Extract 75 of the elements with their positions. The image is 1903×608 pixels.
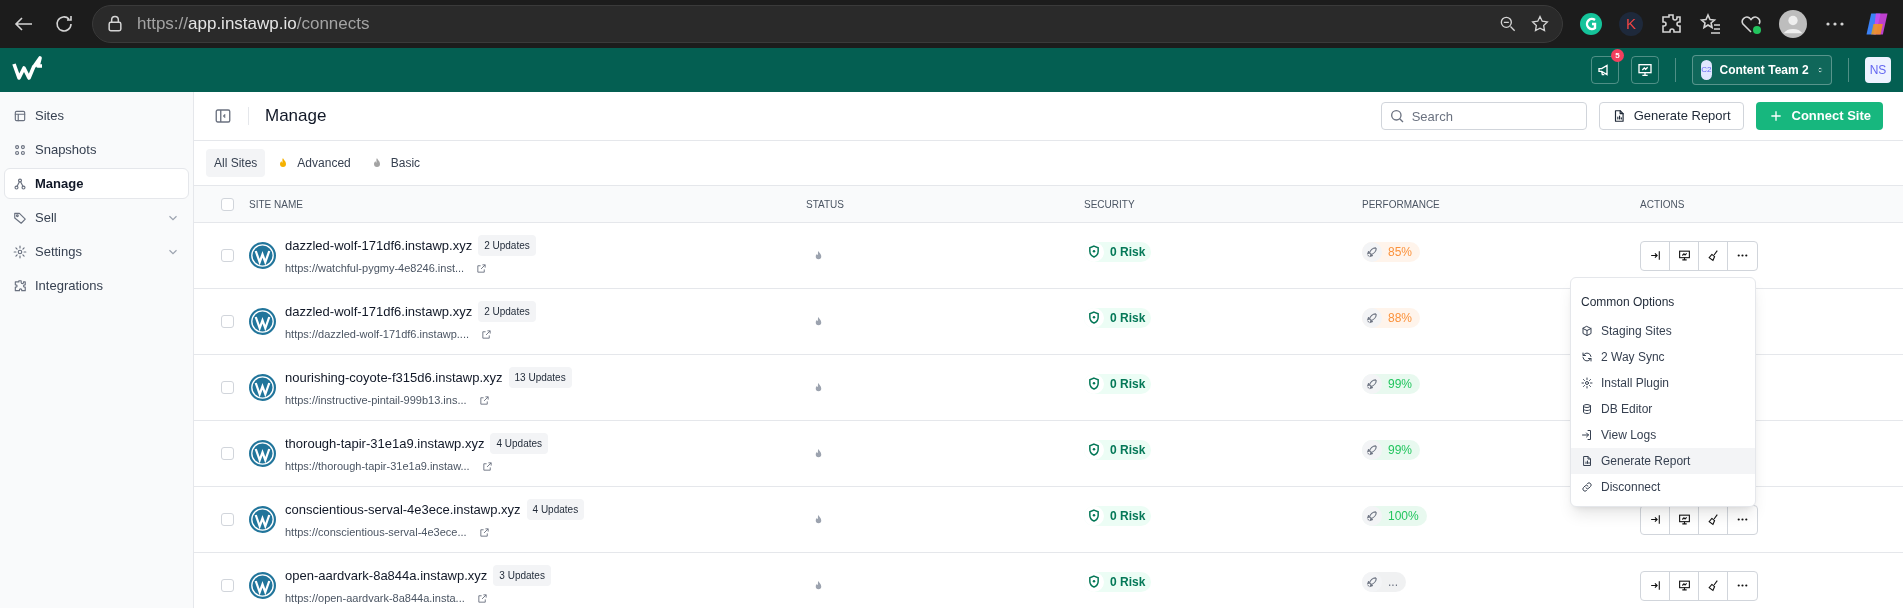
url-text: https://app.instawp.io/connects xyxy=(137,13,370,36)
risk-badge: 0 Risk xyxy=(1084,506,1152,526)
filter-tab[interactable]: All Sites xyxy=(206,149,266,177)
menu-item[interactable]: Staging Sites xyxy=(1571,318,1755,344)
performance-badge: 88% xyxy=(1362,308,1421,328)
search-field[interactable]: Search xyxy=(1380,102,1587,130)
site-url: https://open-aardvark-8a844a.insta... xyxy=(285,590,465,606)
column-header: SECURITY xyxy=(1084,198,1135,210)
menu-item[interactable]: 2 Way Sync xyxy=(1571,344,1755,370)
menu-item-label: Install Plugin xyxy=(1601,375,1670,392)
performance-badge: 99% xyxy=(1362,440,1421,460)
sidebar-item[interactable]: Integrations xyxy=(4,270,189,301)
risk-badge: 0 Risk xyxy=(1084,308,1152,328)
team-name: Content Team 2 xyxy=(1719,62,1809,79)
page-title: Manage xyxy=(265,105,327,128)
filter-tab[interactable]: Basic xyxy=(362,149,429,177)
notification-badge: 5 xyxy=(1611,49,1624,62)
filter-tab[interactable]: Advanced xyxy=(269,149,359,177)
menu-item-label: Disconnect xyxy=(1601,479,1661,496)
menu-item-label: DB Editor xyxy=(1601,401,1653,418)
column-header: ACTIONS xyxy=(1640,198,1685,210)
sidebar-label: Settings xyxy=(35,242,82,261)
performance-badge: 100% xyxy=(1362,506,1427,526)
column-header: PERFORMANCE xyxy=(1362,198,1440,210)
sidebar-label: Sell xyxy=(35,208,57,227)
menu-item-label: Staging Sites xyxy=(1601,323,1672,340)
user-avatar[interactable]: NS xyxy=(1865,57,1891,83)
performance-badge: 99% xyxy=(1362,374,1421,394)
team-switcher[interactable]: C2 Content Team 2 xyxy=(1692,55,1832,85)
updates-badge: 2 Updates xyxy=(478,300,536,322)
site-name[interactable]: open-aardvark-8a844a.instawp.xyz xyxy=(285,565,488,585)
menu-item-label: View Logs xyxy=(1601,427,1657,444)
site-name[interactable]: conscientious-serval-4e3ece.instawp.xyz xyxy=(285,499,521,519)
sidebar-label: Snapshots xyxy=(35,140,97,159)
updates-badge: 4 Updates xyxy=(490,432,549,454)
site-url: https://instructive-pintail-999b13.ins... xyxy=(285,392,467,408)
updates-badge: 4 Updates xyxy=(526,498,585,520)
site-name[interactable]: dazzled-wolf-171df6.instawp.xyz xyxy=(285,235,473,255)
risk-badge: 0 Risk xyxy=(1084,374,1152,394)
menu-heading: Common Options xyxy=(1581,295,1675,309)
sidebar-item[interactable]: Settings xyxy=(4,236,189,267)
site-name[interactable]: dazzled-wolf-171df6.instawp.xyz xyxy=(285,301,473,321)
column-header: STATUS xyxy=(806,198,844,210)
site-url: https://watchful-pygmy-4e8246.inst... xyxy=(285,260,465,276)
sidebar-item[interactable]: Sell xyxy=(4,202,189,233)
sidebar-item[interactable]: Snapshots xyxy=(4,134,189,165)
menu-item[interactable]: View Logs xyxy=(1571,422,1755,448)
sidebar-item[interactable]: Sites xyxy=(4,100,189,131)
sidebar-label: Manage xyxy=(35,174,84,193)
site-name[interactable]: thorough-tapir-31e1a9.instawp.xyz xyxy=(285,433,485,453)
team-avatar: C2 xyxy=(1701,60,1712,80)
generate-report-button[interactable]: Generate Report xyxy=(1598,102,1744,130)
updates-badge: 3 Updates xyxy=(493,564,551,586)
menu-item[interactable]: DB Editor xyxy=(1571,396,1755,422)
sidebar-item[interactable]: Manage xyxy=(4,168,189,199)
sidebar-label: Sites xyxy=(35,106,64,125)
updates-badge: 2 Updates xyxy=(478,234,536,256)
menu-item[interactable]: Disconnect xyxy=(1571,474,1755,500)
menu-item[interactable]: Install Plugin xyxy=(1571,370,1755,396)
site-name[interactable]: nourishing-coyote-f315d6.instawp.xyz xyxy=(285,367,503,387)
risk-badge: 0 Risk xyxy=(1084,242,1152,262)
updates-badge: 13 Updates xyxy=(508,366,572,388)
performance-badge: 85% xyxy=(1362,242,1421,262)
site-url: https://thorough-tapir-31e1a9.instaw... xyxy=(285,458,470,474)
sidebar-label: Integrations xyxy=(35,276,103,295)
risk-badge: 0 Risk xyxy=(1084,440,1152,460)
column-header: SITE NAME xyxy=(249,198,303,210)
extension-letter[interactable]: K xyxy=(1619,12,1643,36)
menu-item-label: 2 Way Sync xyxy=(1601,349,1665,366)
risk-badge: 0 Risk xyxy=(1084,572,1152,592)
menu-item-label: Generate Report xyxy=(1601,453,1691,470)
site-url: https://dazzled-wolf-171df6.instawp.... xyxy=(285,326,470,342)
menu-item[interactable]: Generate Report xyxy=(1571,448,1755,474)
site-url: https://conscientious-serval-4e3ece... xyxy=(285,524,467,540)
address-bar[interactable]: https://app.instawp.io/connects xyxy=(92,5,1563,43)
